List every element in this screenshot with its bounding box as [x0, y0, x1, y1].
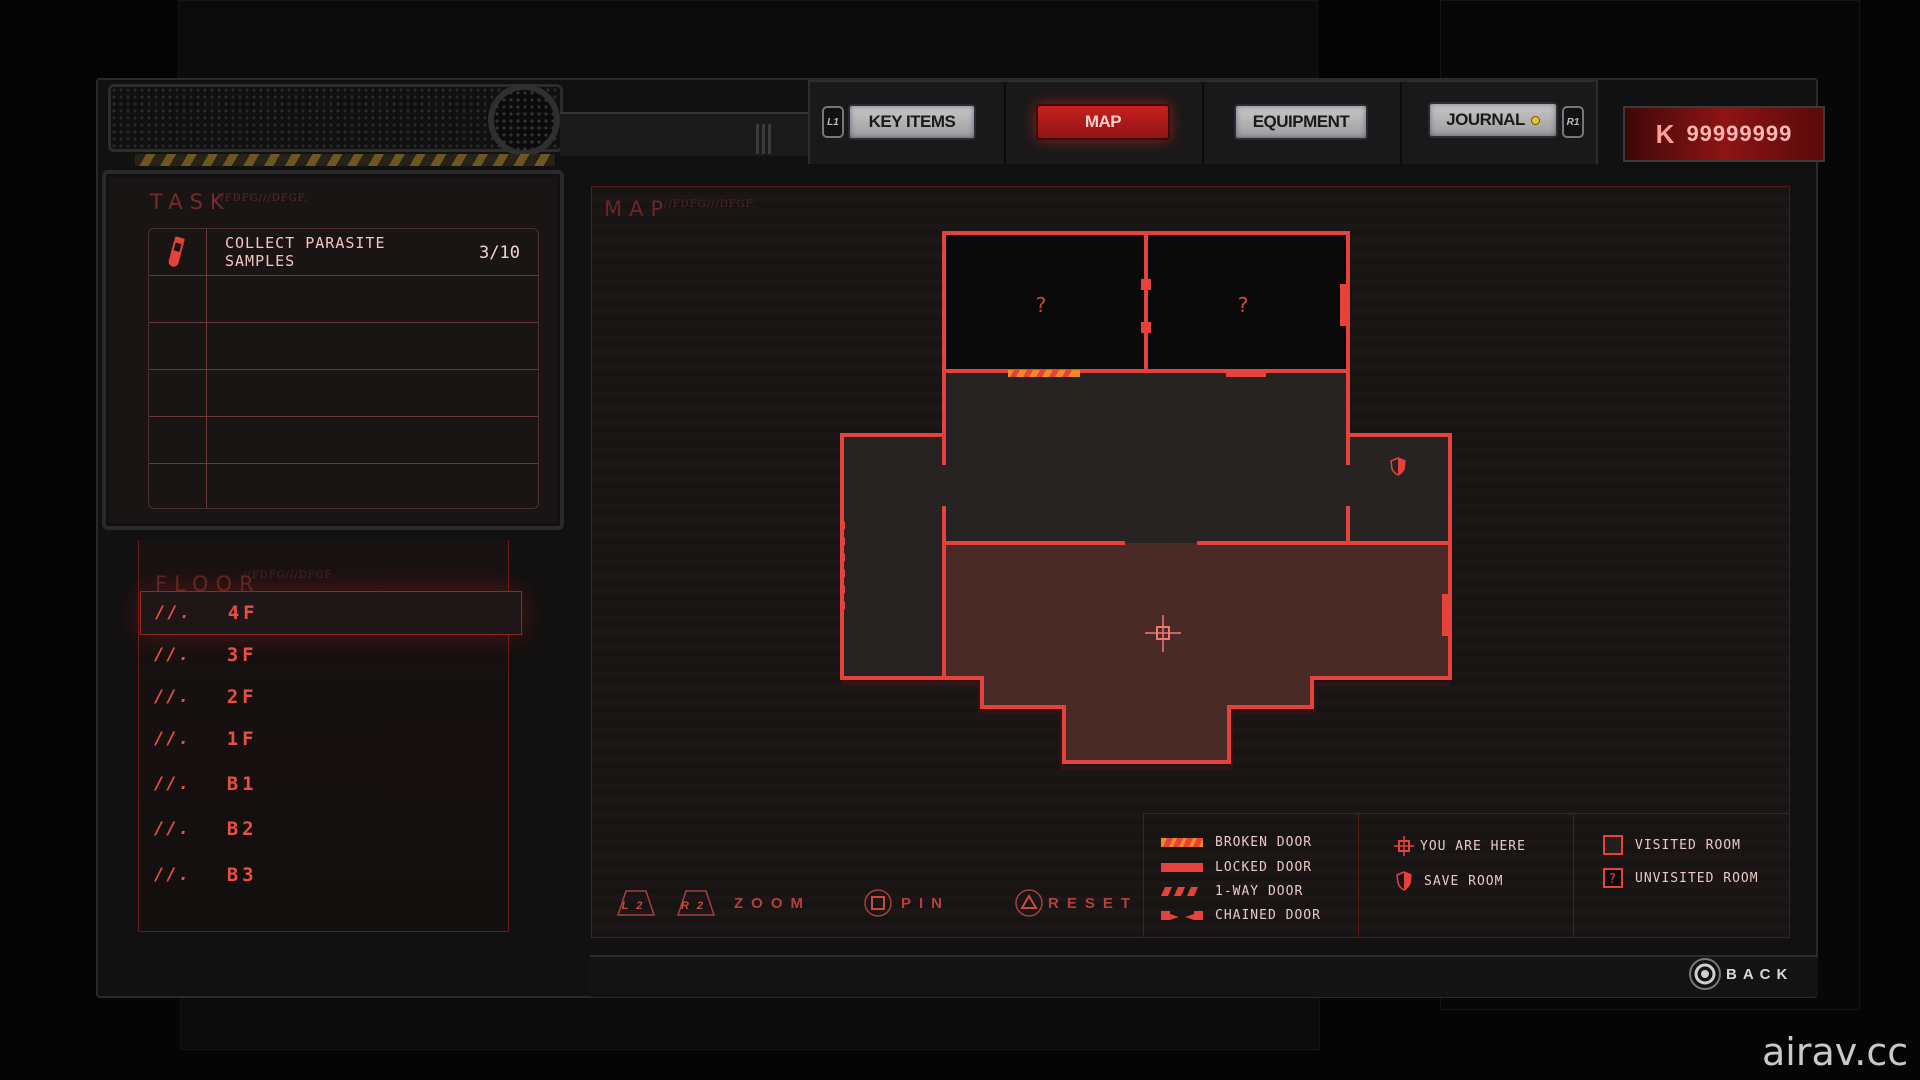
broken-door-icon: [1161, 838, 1203, 847]
legend-label: YOU ARE HERE: [1420, 838, 1526, 854]
svg-text:R2: R2: [681, 900, 711, 912]
legend-label: VISITED ROOM: [1635, 837, 1741, 853]
legend-save-room: SAVE ROOM: [1396, 871, 1503, 891]
map-legend: BROKEN DOOR LOCKED DOOR 1-WAY DOOR CHAIN…: [1143, 813, 1790, 938]
unvisited-room-icon: ?: [1603, 868, 1623, 888]
legend-broken-door: BROKEN DOOR: [1161, 835, 1312, 850]
back-label: BACK: [1726, 965, 1794, 983]
legend-label: CHAINED DOOR: [1215, 908, 1321, 923]
broken-door[interactable]: [1008, 370, 1080, 377]
circle-button-icon: [1689, 958, 1721, 990]
chained-door-icon: [1161, 911, 1203, 920]
legend-label: LOCKED DOOR: [1215, 860, 1313, 875]
room-west-wing[interactable]: [842, 435, 944, 678]
you-are-here-icon: [1394, 836, 1414, 856]
zoom-label: ZOOM: [734, 894, 811, 912]
back-button[interactable]: BACK: [1688, 957, 1793, 991]
zoom-control[interactable]: L2 R2 ZOOM: [616, 888, 811, 918]
room-lower-hall-current[interactable]: [944, 543, 1450, 762]
locked-door[interactable]: [1340, 284, 1348, 326]
legend-label: SAVE ROOM: [1424, 873, 1504, 889]
reset-label: RESET: [1048, 894, 1139, 912]
l2-button-icon: L2: [616, 890, 656, 916]
svg-text:L2: L2: [622, 900, 651, 912]
watermark: airav.cc: [1762, 1030, 1909, 1074]
triangle-button-icon: [1015, 889, 1043, 917]
room-east-save[interactable]: [1348, 435, 1450, 543]
legend-label: 1-WAY DOOR: [1215, 884, 1304, 899]
unvisited-marker: ?: [1036, 293, 1047, 317]
save-room-icon: [1396, 871, 1412, 891]
legend-chained-door: CHAINED DOOR: [1161, 908, 1321, 923]
square-button-icon: [864, 889, 892, 917]
bottom-bar: [590, 955, 1818, 997]
pin-control[interactable]: PIN: [863, 888, 950, 918]
r2-button-icon: R2: [676, 890, 716, 916]
legend-unvisited-room: ? UNVISITED ROOM: [1603, 868, 1759, 888]
svg-text:?: ?: [1609, 872, 1617, 887]
locked-door[interactable]: [1442, 594, 1450, 636]
visited-room-icon: [1603, 835, 1623, 855]
reset-control[interactable]: RESET: [1014, 888, 1138, 918]
legend-you-are-here: YOU ARE HERE: [1394, 836, 1526, 856]
legend-one-way-door: 1-WAY DOOR: [1161, 884, 1303, 899]
locked-door-icon: [1161, 863, 1203, 872]
locked-door[interactable]: [1226, 369, 1266, 377]
room-central-hall[interactable]: [944, 371, 1348, 543]
legend-locked-door: LOCKED DOOR: [1161, 860, 1312, 875]
unvisited-marker: ?: [1238, 293, 1249, 317]
legend-label: BROKEN DOOR: [1215, 835, 1313, 850]
legend-visited-room: VISITED ROOM: [1603, 835, 1741, 855]
legend-label: UNVISITED ROOM: [1635, 870, 1759, 886]
pin-label: PIN: [901, 894, 951, 912]
one-way-door-icon: [1161, 887, 1198, 896]
